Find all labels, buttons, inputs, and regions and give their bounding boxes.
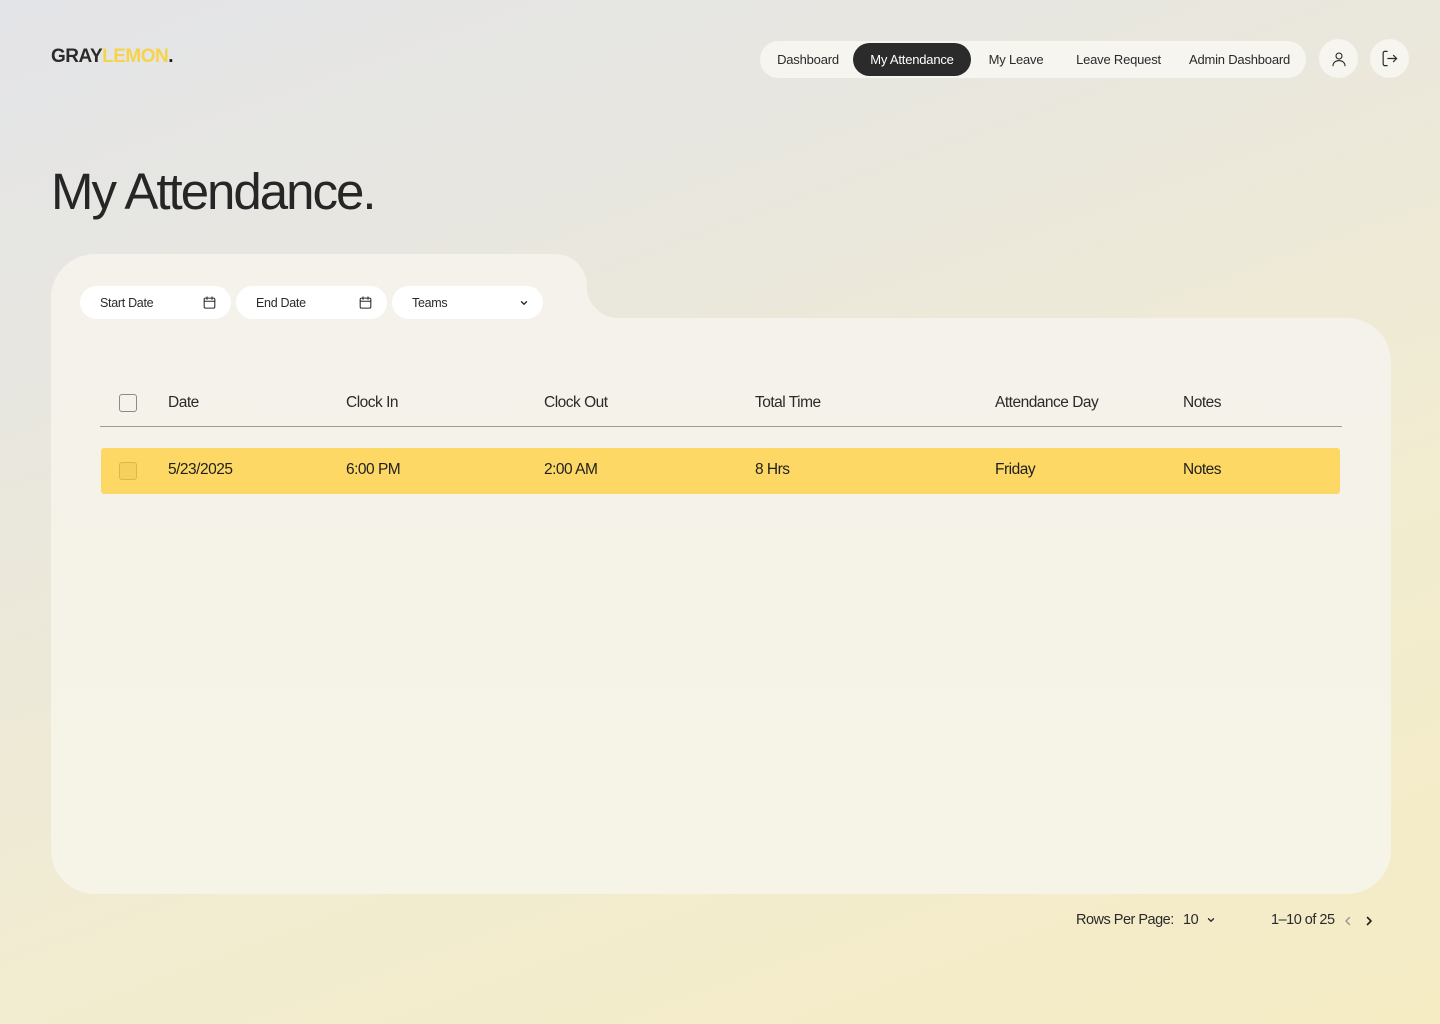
cell-total-time: 8 Hrs [755, 461, 790, 478]
nav-item-my-attendance[interactable]: My Attendance [853, 43, 971, 76]
teams-placeholder: Teams [412, 295, 448, 310]
calendar-icon [358, 295, 373, 310]
brand-logo-dot: . [168, 46, 174, 67]
page-title: My Attendance. [51, 163, 377, 220]
pagination-range: 1–10 of 25 [1271, 912, 1335, 928]
cell-date: 5/23/2025 [168, 461, 233, 478]
start-date-placeholder: Start Date [100, 295, 154, 310]
table-header: Date Clock In Clock Out Total Time Atten… [100, 380, 1342, 427]
logout-button[interactable] [1370, 39, 1409, 78]
table-row[interactable]: 5/23/2025 6:00 PM 2:00 AM 8 Hrs Friday N… [101, 448, 1340, 494]
nav-item-admin-dashboard[interactable]: Admin Dashboard [1176, 43, 1303, 76]
nav-item-leave-request[interactable]: Leave Request [1061, 43, 1176, 76]
profile-button[interactable] [1319, 39, 1358, 78]
end-date-filter[interactable]: End Date [236, 286, 387, 319]
next-page-button[interactable] [1364, 915, 1374, 927]
previous-page-button[interactable] [1343, 915, 1353, 927]
column-header-notes[interactable]: Notes [1183, 394, 1222, 412]
row-checkbox[interactable] [119, 462, 137, 480]
panel-corner [587, 286, 619, 318]
nav-item-dashboard[interactable]: Dashboard [763, 43, 853, 76]
brand-logo-gray: GRAY [51, 46, 103, 67]
column-header-attendance-day[interactable]: Attendance Day [995, 394, 1099, 412]
brand-logo-lemon: LEMON [102, 46, 169, 67]
select-all-checkbox[interactable] [119, 394, 137, 412]
cell-clock-out: 2:00 AM [544, 461, 598, 478]
teams-select[interactable]: Teams [392, 286, 543, 319]
main-nav: Dashboard My Attendance My Leave Leave R… [760, 41, 1306, 78]
column-header-total-time[interactable]: Total Time [755, 394, 821, 412]
rows-per-page-value: 10 [1183, 912, 1199, 928]
chevron-down-icon [519, 298, 529, 308]
column-header-clock-in[interactable]: Clock In [346, 394, 399, 412]
column-header-clock-out[interactable]: Clock Out [544, 394, 608, 412]
end-date-placeholder: End Date [256, 295, 306, 310]
cell-notes[interactable]: Notes [1183, 461, 1222, 479]
chevron-down-icon [1206, 915, 1216, 925]
chevron-right-icon [1364, 915, 1374, 927]
nav-item-my-leave[interactable]: My Leave [971, 43, 1061, 76]
cell-attendance-day: Friday [995, 461, 1036, 478]
logout-icon [1380, 49, 1399, 68]
user-icon [1330, 50, 1348, 68]
rows-per-page-label: Rows Per Page: [1076, 912, 1174, 928]
chevron-left-icon [1343, 915, 1353, 927]
brand-logo[interactable]: GRAYLEMON. [51, 46, 174, 68]
column-header-date[interactable]: Date [168, 394, 199, 412]
start-date-filter[interactable]: Start Date [80, 286, 231, 319]
calendar-icon [202, 295, 217, 310]
rows-per-page-select[interactable]: 10 [1183, 912, 1216, 928]
cell-clock-in: 6:00 PM [346, 461, 401, 478]
